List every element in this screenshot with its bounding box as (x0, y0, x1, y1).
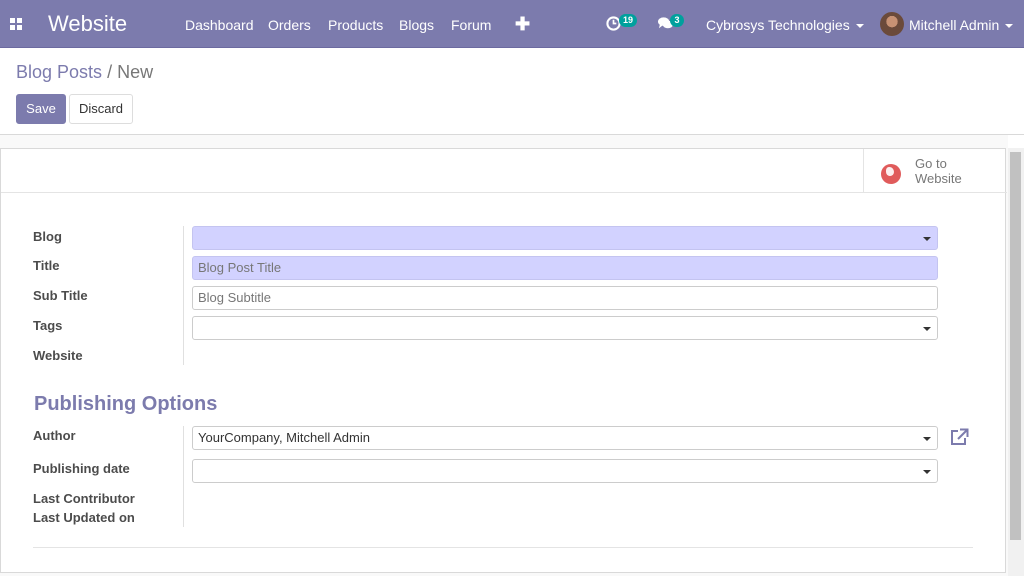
chevron-down-icon (923, 327, 931, 331)
app-brand[interactable]: Website (48, 11, 127, 37)
tags-select[interactable] (192, 316, 938, 340)
subtitle-label: Sub Title (33, 288, 88, 303)
website-label: Website (33, 348, 83, 363)
external-link-icon[interactable] (949, 428, 969, 446)
breadcrumb-blog-posts[interactable]: Blog Posts (16, 62, 102, 82)
plus-icon[interactable]: ✚ (515, 14, 530, 35)
chevron-down-icon (1005, 24, 1014, 29)
menu-products[interactable]: Products (328, 17, 383, 33)
chevron-down-icon (923, 470, 931, 474)
label-divider (183, 426, 184, 527)
last-contributor-label: Last Contributor (33, 491, 135, 506)
publishing-options-heading: Publishing Options (34, 393, 218, 415)
messages-badge: 3 (670, 14, 684, 27)
chevron-down-icon (923, 237, 931, 241)
top-navbar: Website Dashboard Orders Products Blogs … (0, 0, 1024, 48)
apps-menu-icon[interactable] (10, 18, 23, 31)
last-updated-label: Last Updated on (33, 510, 135, 525)
form-divider (33, 547, 973, 548)
publishing-date-input[interactable] (192, 459, 938, 483)
company-switcher[interactable]: Cybrosys Technologies (706, 17, 864, 33)
chevron-down-icon (923, 437, 931, 441)
form-sheet: Go to Website (0, 148, 1007, 573)
menu-dashboard[interactable]: Dashboard (185, 17, 254, 33)
chevron-down-icon (855, 24, 864, 29)
breadcrumb-separator: / (107, 62, 113, 82)
button-box-divider (1, 192, 1007, 193)
title-label: Title (33, 258, 60, 273)
breadcrumb-current: New (117, 62, 154, 82)
subtitle-placeholder: Blog Subtitle (198, 290, 271, 305)
menu-orders[interactable]: Orders (268, 17, 311, 33)
label-divider (183, 226, 184, 365)
author-value: YourCompany, Mitchell Admin (198, 430, 370, 445)
scrollbar-thumb[interactable] (1010, 152, 1021, 540)
tags-label: Tags (33, 318, 63, 333)
title-input[interactable]: Blog Post Title (192, 256, 938, 280)
go-to-website-label: Go to Website (915, 156, 962, 186)
activity-badge: 19 (619, 14, 638, 27)
breadcrumb: Blog Posts / New (16, 62, 153, 83)
globe-icon (881, 164, 901, 184)
author-label: Author (33, 428, 76, 443)
user-name: Mitchell Admin (909, 17, 1000, 33)
menu-blogs[interactable]: Blogs (399, 17, 434, 33)
company-name: Cybrosys Technologies (706, 17, 850, 33)
menu-forum[interactable]: Forum (451, 17, 491, 33)
author-select[interactable]: YourCompany, Mitchell Admin (192, 426, 938, 450)
blog-label: Blog (33, 229, 62, 244)
scrollbar[interactable] (1008, 148, 1024, 576)
blog-select[interactable] (192, 226, 938, 250)
go-to-website-button[interactable]: Go to Website (863, 149, 1006, 192)
publishing-date-label: Publishing date (33, 461, 130, 476)
title-placeholder: Blog Post Title (198, 260, 282, 275)
user-menu[interactable]: Mitchell Admin (909, 17, 1014, 33)
avatar[interactable] (880, 12, 904, 36)
discard-button[interactable]: Discard (69, 94, 133, 124)
save-button[interactable]: Save (16, 94, 66, 124)
subtitle-input[interactable]: Blog Subtitle (192, 286, 938, 310)
